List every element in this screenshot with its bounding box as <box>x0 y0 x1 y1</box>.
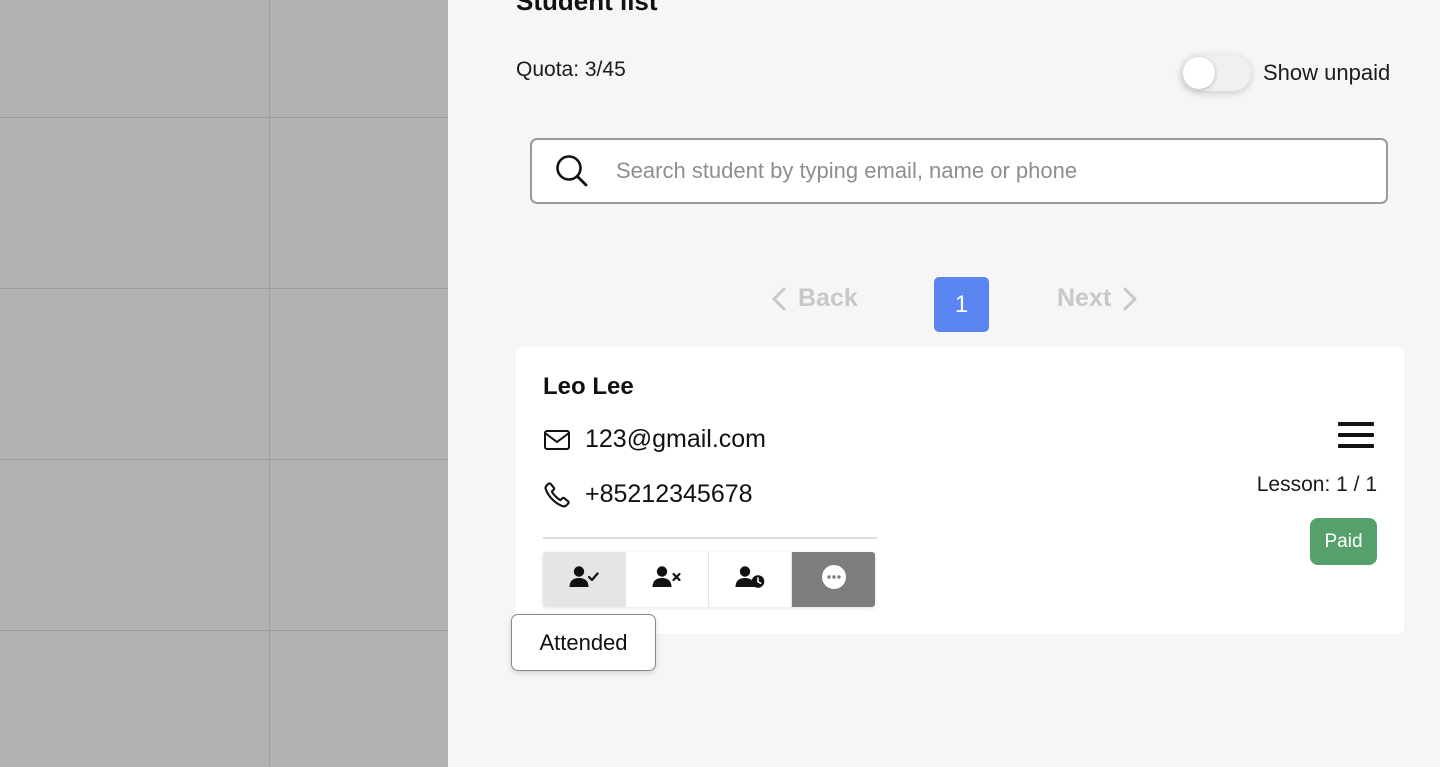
search-box <box>530 138 1388 204</box>
attended-tooltip: Attended <box>511 614 656 671</box>
grid-line <box>269 0 270 767</box>
chevron-left-icon <box>770 286 788 312</box>
card-divider <box>543 537 877 539</box>
grid-line <box>0 459 448 460</box>
calendar-backdrop <box>0 0 448 767</box>
phone-icon <box>543 481 571 509</box>
attendance-actions <box>543 552 875 607</box>
lesson-count: Lesson: 1 / 1 <box>1256 473 1377 496</box>
student-name: Leo Lee <box>543 373 634 400</box>
late-button[interactable] <box>709 552 792 607</box>
panel-title: Student list <box>516 0 658 16</box>
pager-back-button[interactable]: Back <box>770 284 858 313</box>
hamburger-menu-icon[interactable] <box>1338 420 1374 450</box>
pager-back-label: Back <box>798 284 858 312</box>
pager-next-label: Next <box>1057 284 1112 312</box>
absent-button[interactable] <box>626 552 709 607</box>
student-phone: +85212345678 <box>585 480 753 508</box>
search-input[interactable] <box>614 157 1358 185</box>
student-email: 123@gmail.com <box>585 425 767 453</box>
phone-row: +85212345678 <box>543 480 753 509</box>
more-horizontal-icon <box>821 564 847 595</box>
user-x-icon <box>652 565 682 594</box>
grid-line <box>0 288 448 289</box>
more-button[interactable] <box>792 552 875 607</box>
student-list-panel: Student list Quota: 3/45 Show unpaid Bac… <box>448 0 1440 767</box>
quota-text: Quota: 3/45 <box>516 58 626 81</box>
attended-button[interactable] <box>543 552 626 607</box>
pager-next-button[interactable]: Next <box>1057 284 1139 313</box>
show-unpaid-label: Show unpaid <box>1263 60 1391 85</box>
show-unpaid-toggle[interactable] <box>1181 55 1251 91</box>
grid-line <box>0 117 448 118</box>
chevron-right-icon <box>1121 286 1139 312</box>
mail-icon <box>543 426 571 454</box>
search-icon <box>554 153 590 189</box>
student-card: Leo Lee 123@gmail.com +85212345678 Lesso… <box>516 347 1404 634</box>
pager-page-1[interactable]: 1 <box>934 277 989 332</box>
user-check-icon <box>569 565 599 594</box>
user-clock-icon <box>735 565 765 594</box>
grid-line <box>0 630 448 631</box>
show-unpaid-toggle-group: Show unpaid <box>1181 54 1390 92</box>
email-row: 123@gmail.com <box>543 425 766 454</box>
status-badge: Paid <box>1310 518 1377 565</box>
toggle-knob <box>1183 57 1215 89</box>
